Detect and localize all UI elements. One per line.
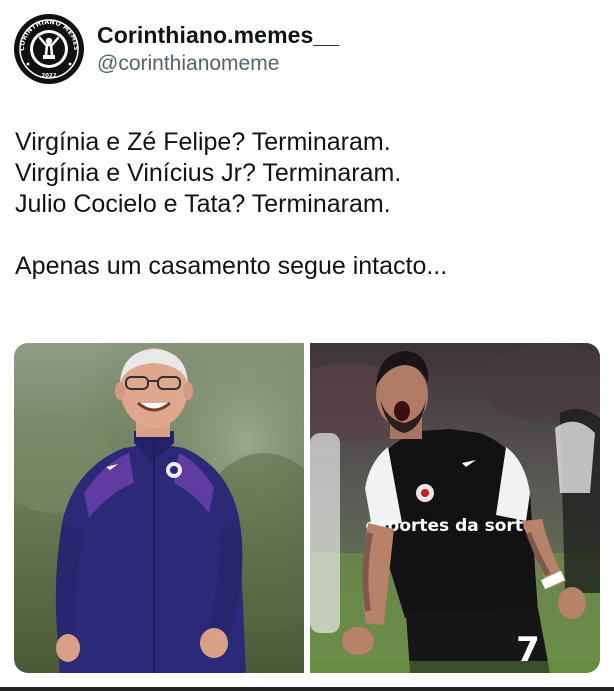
tweet-text: Virgínia e Zé Felipe? Terminaram. Virgín…: [15, 127, 600, 282]
photo-coach[interactable]: [14, 343, 304, 673]
tweet-line: Julio Cocielo e Tata? Terminaram.: [15, 190, 391, 218]
avatar-year: 2022: [41, 73, 56, 79]
display-name[interactable]: Corinthiano.memes__: [97, 22, 339, 49]
media-grid: esportes da sorte 7: [14, 343, 600, 673]
author-names: Corinthiano.memes__ @corinthianomeme: [97, 22, 339, 77]
tweet-line: Virgínia e Zé Felipe? Terminaram.: [15, 128, 391, 156]
tweet-line: Apenas um casamento segue intacto...: [15, 252, 448, 280]
divider: [0, 687, 614, 691]
tweet-header: 2022 CORINTHIANO MEMES Corinthiano.memes…: [14, 14, 339, 84]
avatar[interactable]: 2022 CORINTHIANO MEMES: [14, 14, 84, 84]
handle[interactable]: @corinthianomeme: [97, 51, 339, 77]
tweet-line: Virgínia e Vinícius Jr? Terminaram.: [15, 159, 402, 187]
photo-player[interactable]: esportes da sorte 7: [310, 343, 600, 673]
